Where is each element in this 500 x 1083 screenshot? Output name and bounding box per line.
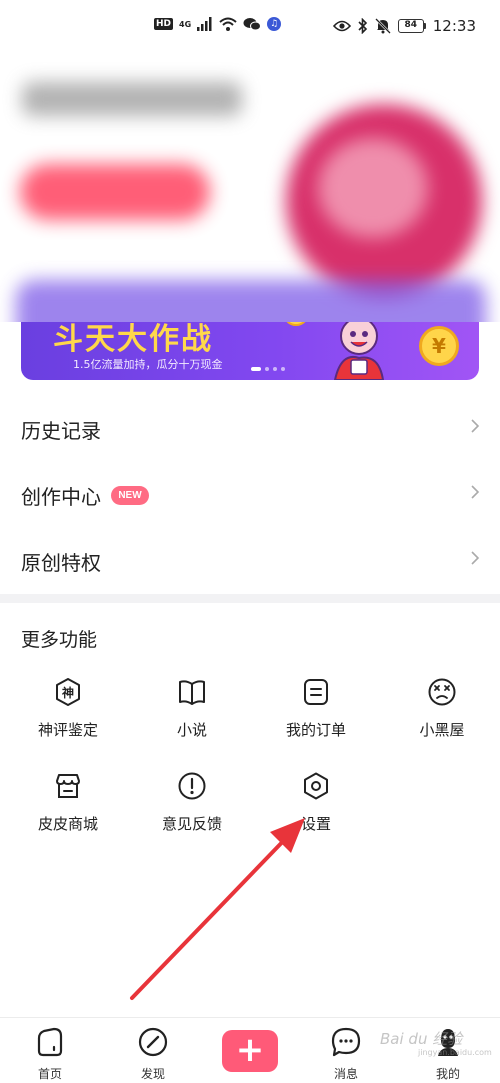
message-icon (331, 1027, 361, 1057)
banner-subtitle: 1.5亿流量加持，瓜分十万现金 (73, 358, 223, 371)
grid-item-pipi-shop[interactable]: 皮皮商城 (8, 771, 128, 851)
status-time: 12:33 (432, 17, 476, 35)
grid-label: 神评鉴定 (37, 721, 98, 739)
book-icon (179, 680, 205, 705)
battery-level: 84 (397, 19, 424, 33)
banner-title: 斗天大作战 (53, 322, 213, 357)
chevron-right-icon (471, 551, 480, 565)
signal-icon (197, 17, 212, 31)
blurred-username (22, 82, 242, 116)
battery-icon: 84 (397, 19, 426, 33)
nav-label: 首页 (37, 1067, 62, 1081)
blurred-avatar-highlight (318, 138, 428, 238)
wifi-icon (219, 17, 237, 31)
new-badge: NEW (111, 486, 149, 505)
dizzy-face-icon (428, 678, 456, 706)
grid-item-novel[interactable]: 小说 (132, 677, 252, 757)
menu-item-label: 创作中心 (21, 484, 101, 509)
nav-messages[interactable]: 消息 (316, 1026, 376, 1082)
annotation-arrow (130, 818, 305, 1000)
grid-label: 我的订单 (285, 721, 346, 739)
nav-label: 发现 (140, 1067, 165, 1081)
menu-item-original-privilege[interactable]: 原创特权 (0, 528, 500, 594)
status-left-icons: HD 4G ♫ (154, 17, 282, 31)
more-features-title: 更多功能 (21, 629, 98, 651)
nav-label: 我的 (435, 1067, 460, 1081)
menu-item-label: 原创特权 (21, 550, 101, 575)
coin-icon-small (283, 322, 309, 326)
feedback-icon (178, 772, 206, 800)
grid-item-blackroom[interactable]: 小黑屋 (382, 677, 500, 757)
menu-item-label: 历史记录 (21, 418, 101, 443)
section-divider (0, 594, 500, 603)
baidu-watermark-url: jingyan.baidu.com (418, 1048, 492, 1057)
wechat-icon (243, 18, 262, 31)
coin-icon: ¥ (419, 326, 459, 366)
mascot-illustration (333, 322, 385, 380)
mute-icon (374, 18, 391, 34)
bluetooth-icon (358, 18, 367, 34)
grid-label: 皮皮商城 (37, 815, 98, 833)
menu-item-creator-center[interactable]: 创作中心 NEW (0, 462, 500, 528)
profile-header-blurred (0, 58, 500, 322)
eye-icon (332, 20, 351, 32)
publish-plus-button[interactable]: + (222, 1030, 278, 1072)
nav-label: 消息 (333, 1067, 358, 1081)
nav-home[interactable]: 首页 (20, 1026, 80, 1082)
blurred-banner-top (16, 280, 486, 322)
grid-label: 小黑屋 (419, 721, 465, 739)
status-right-icons: 84 12:33 (332, 17, 476, 35)
menu-item-history[interactable]: 历史记录 (0, 396, 500, 462)
blurred-action-button[interactable] (20, 164, 210, 220)
music-icon: ♫ (267, 17, 282, 31)
status-bar: HD 4G ♫ 84 12:33 (0, 0, 500, 58)
order-icon (304, 679, 328, 705)
shen-glyph: 神 (62, 685, 74, 700)
settings-icon (304, 772, 328, 800)
grid-label: 小说 (176, 721, 207, 739)
shen-badge-icon: 神 (56, 678, 80, 706)
nav-discover[interactable]: 发现 (123, 1026, 183, 1082)
chevron-right-icon (471, 485, 480, 499)
compass-icon (138, 1027, 168, 1057)
hd-icon: HD (154, 18, 174, 30)
grid-item-shenping[interactable]: 神 神评鉴定 (8, 677, 128, 757)
banner-pagination (251, 367, 285, 371)
promo-banner[interactable]: 斗天大作战 1.5亿流量加持，瓜分十万现金 ¥ (21, 322, 479, 380)
shop-icon (56, 774, 80, 798)
chevron-right-icon (471, 419, 480, 433)
network-type: 4G (179, 19, 192, 29)
home-icon (37, 1027, 63, 1057)
grid-item-my-orders[interactable]: 我的订单 (256, 677, 376, 757)
baidu-watermark: Bai du 经验 (380, 1030, 463, 1048)
